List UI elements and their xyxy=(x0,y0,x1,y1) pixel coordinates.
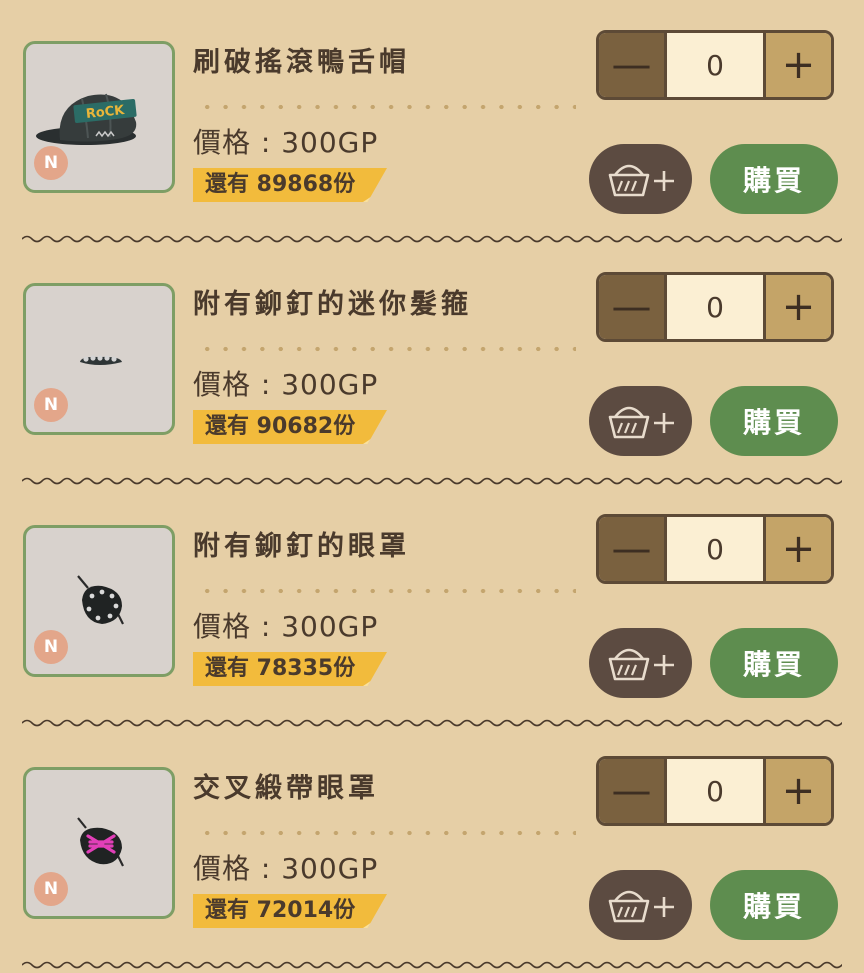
quantity-stepper: — 0 + xyxy=(596,30,834,100)
dotted-separator xyxy=(198,104,576,110)
basket-plus-icon xyxy=(608,648,674,681)
item-name: 附有鉚釘的迷你髮箍 xyxy=(193,289,472,320)
shop-item: N 交叉緞帶眼罩 價格 : 300GP 還有 72014份 — 0 + 購買 xyxy=(0,726,864,969)
stock-remaining-tag: 還有 78335份 xyxy=(193,652,387,686)
quantity-stepper: — 0 + xyxy=(596,514,834,584)
rarity-badge: N xyxy=(34,872,68,906)
quantity-value[interactable]: 0 xyxy=(667,759,763,823)
item-thumbnail[interactable]: N xyxy=(23,767,175,919)
item-name: 附有鉚釘的眼罩 xyxy=(193,531,410,562)
quantity-value[interactable]: 0 xyxy=(667,517,763,581)
item-thumbnail[interactable]: N xyxy=(23,525,175,677)
item-price: 價格 : 300GP xyxy=(193,610,379,643)
dotted-separator xyxy=(198,830,576,836)
quantity-value[interactable]: 0 xyxy=(667,33,763,97)
basket-plus-icon xyxy=(608,164,674,197)
basket-plus-icon xyxy=(608,890,674,923)
quantity-value[interactable]: 0 xyxy=(667,275,763,339)
item-thumbnail[interactable]: RoCK N xyxy=(23,41,175,193)
increase-quantity-button[interactable]: + xyxy=(763,275,831,339)
decrease-quantity-button[interactable]: — xyxy=(599,275,667,339)
stock-remaining-tag: 還有 72014份 xyxy=(193,894,387,928)
rarity-badge: N xyxy=(34,388,68,422)
item-name: 刷破搖滾鴨舌帽 xyxy=(193,47,410,78)
quantity-stepper: — 0 + xyxy=(596,272,834,342)
decrease-quantity-button[interactable]: — xyxy=(599,33,667,97)
buy-button[interactable]: 購買 xyxy=(710,386,838,456)
shop-item: N 附有鉚釘的迷你髮箍 價格 : 300GP 還有 90682份 — 0 + 購… xyxy=(0,242,864,485)
rarity-badge: N xyxy=(34,630,68,664)
item-name: 交叉緞帶眼罩 xyxy=(193,773,379,804)
dotted-separator xyxy=(198,588,576,594)
add-to-cart-button[interactable] xyxy=(589,144,692,214)
quantity-stepper: — 0 + xyxy=(596,756,834,826)
shop-item: N 附有鉚釘的眼罩 價格 : 300GP 還有 78335份 — 0 + 購買 xyxy=(0,484,864,727)
buy-button[interactable]: 購買 xyxy=(710,144,838,214)
increase-quantity-button[interactable]: + xyxy=(763,33,831,97)
decrease-quantity-button[interactable]: — xyxy=(599,517,667,581)
item-price: 價格 : 300GP xyxy=(193,368,379,401)
add-to-cart-button[interactable] xyxy=(589,386,692,456)
wavy-divider xyxy=(22,961,842,969)
item-price: 價格 : 300GP xyxy=(193,126,379,159)
stock-remaining-tag: 還有 90682份 xyxy=(193,410,387,444)
basket-plus-icon xyxy=(608,406,674,439)
buy-button[interactable]: 購買 xyxy=(710,628,838,698)
rarity-badge: N xyxy=(34,146,68,180)
dotted-separator xyxy=(198,346,576,352)
stock-remaining-tag: 還有 89868份 xyxy=(193,168,387,202)
buy-button[interactable]: 購買 xyxy=(710,870,838,940)
increase-quantity-button[interactable]: + xyxy=(763,517,831,581)
shop-item: RoCK N 刷破搖滾鴨舌帽 價格 : 300GP 還有 89868份 — 0 … xyxy=(0,0,864,243)
increase-quantity-button[interactable]: + xyxy=(763,759,831,823)
add-to-cart-button[interactable] xyxy=(589,628,692,698)
item-price: 價格 : 300GP xyxy=(193,852,379,885)
item-thumbnail[interactable]: N xyxy=(23,283,175,435)
decrease-quantity-button[interactable]: — xyxy=(599,759,667,823)
add-to-cart-button[interactable] xyxy=(589,870,692,940)
